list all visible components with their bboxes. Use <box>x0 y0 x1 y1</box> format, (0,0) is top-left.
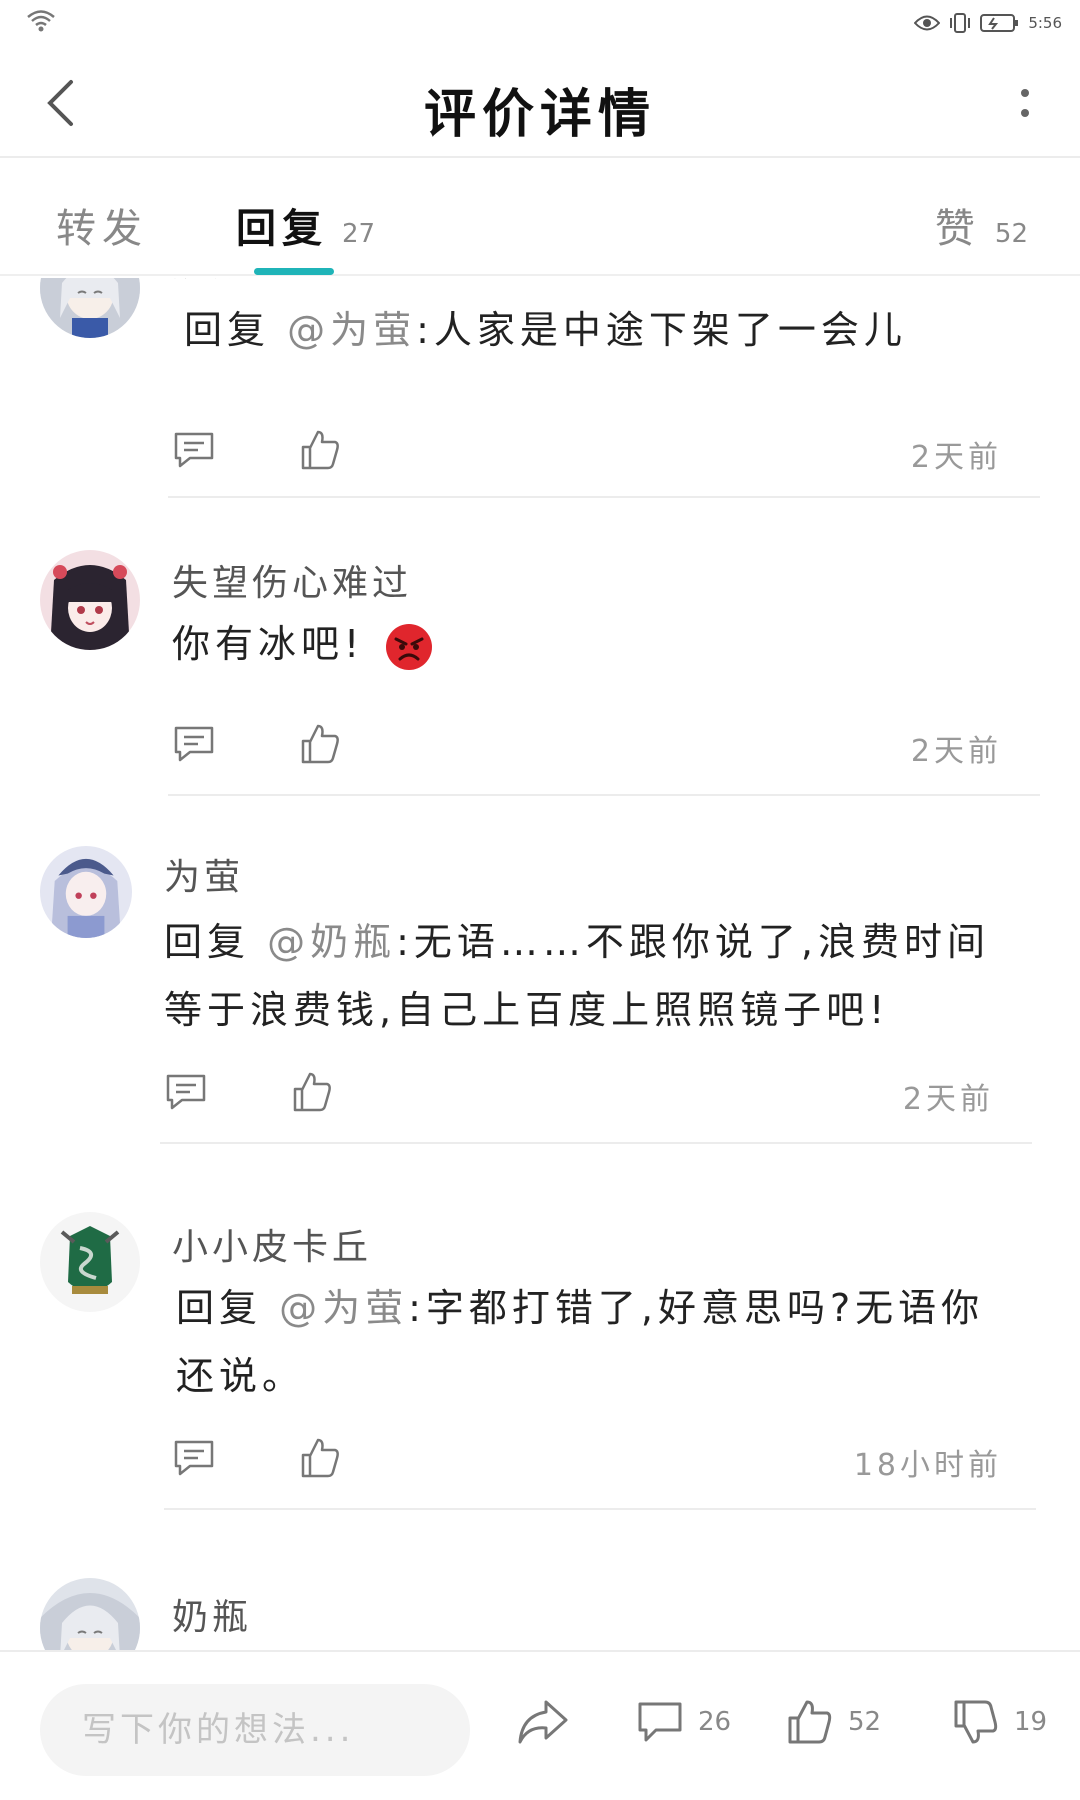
comment-actions: 2天前 <box>164 1070 994 1120</box>
tab-bar: 转发 回复 27 赞 52 <box>0 160 1080 276</box>
tab-forward[interactable]: 转发 <box>56 196 148 254</box>
share-button[interactable] <box>516 1698 570 1746</box>
thumbs-up-icon[interactable] <box>298 1436 342 1480</box>
comments-button[interactable]: 26 <box>636 1698 731 1746</box>
comment-username[interactable]: 奶瓶 <box>172 278 252 286</box>
thumbs-up-icon[interactable] <box>298 428 342 472</box>
comment-body: 你有冰吧! <box>172 622 365 666</box>
comment-time: 2天前 <box>902 1082 994 1117</box>
vibrate-icon <box>950 13 971 33</box>
divider <box>160 1142 1032 1144</box>
reply-prefix: 回复 <box>176 1286 263 1330</box>
thumbs-down-icon <box>954 1700 998 1744</box>
dislike-button[interactable]: 19 <box>952 1698 1047 1746</box>
comments-count: 26 <box>698 1707 732 1737</box>
avatar[interactable] <box>40 278 140 338</box>
avatar[interactable] <box>40 550 140 650</box>
avatar[interactable] <box>40 1578 140 1650</box>
reply-prefix: 回复 <box>184 308 271 352</box>
battery-icon <box>980 14 1019 32</box>
tab-reply-count: 27 <box>342 219 376 249</box>
reply-prefix: 回复 <box>164 920 251 964</box>
comment-username[interactable]: 失望伤心难过 <box>172 554 412 606</box>
comment-actions: 2天前 <box>172 722 1002 772</box>
tab-reply-label: 回复 <box>236 206 328 252</box>
thumbs-up-icon[interactable] <box>298 722 342 766</box>
share-icon <box>518 1700 568 1744</box>
like-button[interactable]: 52 <box>786 1698 881 1746</box>
more-button[interactable] <box>1010 78 1040 128</box>
status-bar: 5:56 <box>0 0 1080 48</box>
comment-actions: 18小时前 <box>172 1436 1002 1486</box>
comment-text: 回复 @为萤:人家是中途下架了一会儿 <box>184 296 1024 364</box>
thumbs-up-icon <box>788 1700 832 1744</box>
dislikes-count: 19 <box>1014 1707 1048 1737</box>
comment-text: 回复 @为萤:字都打错了,好意思吗?无语你还说。 <box>176 1274 1012 1410</box>
avatar[interactable] <box>40 846 132 938</box>
more-vertical-icon <box>1021 89 1029 117</box>
avatar[interactable] <box>40 1212 140 1312</box>
angry-face-emoji-icon <box>386 623 433 670</box>
divider <box>168 794 1040 796</box>
likes-count: 52 <box>848 1707 882 1737</box>
comment-text: 你有冰吧! <box>172 610 1012 678</box>
comment-icon <box>638 1702 682 1742</box>
tab-like-label: 赞 <box>934 206 981 252</box>
comment-icon[interactable] <box>164 1070 208 1114</box>
page-title: 评价详情 <box>423 85 656 145</box>
divider <box>168 496 1040 498</box>
comment-input[interactable] <box>40 1684 470 1776</box>
comment-text: 回复 @奶瓶:无语……不跟你说了,浪费时间等于浪费钱,自己上百度上照照镜子吧! <box>164 908 1014 1044</box>
comment-icon[interactable] <box>172 722 216 766</box>
tab-like[interactable]: 赞 52 <box>935 196 1028 254</box>
comment-icon[interactable] <box>172 428 216 472</box>
comment-username[interactable]: 小小皮卡丘 <box>172 1218 372 1270</box>
tab-reply[interactable]: 回复 27 <box>236 196 375 254</box>
comment-time: 18小时前 <box>853 1448 1002 1483</box>
eye-icon <box>914 15 941 31</box>
tab-forward-label: 转发 <box>56 206 148 252</box>
comment-username[interactable]: 为萤 <box>164 848 244 900</box>
mention[interactable]: @为萤 <box>279 1286 408 1330</box>
status-time: 5:56 <box>1028 14 1062 32</box>
thumbs-up-icon[interactable] <box>290 1070 334 1114</box>
comment-body: :人家是中途下架了一会儿 <box>416 308 907 352</box>
comment-time: 2天前 <box>910 734 1002 769</box>
mention[interactable]: @奶瓶 <box>267 920 396 964</box>
tab-like-count: 52 <box>994 219 1028 249</box>
comment-time: 2天前 <box>910 440 1002 475</box>
bottom-bar: 26 52 19 <box>0 1650 1080 1800</box>
comment-username[interactable]: 奶瓶 <box>172 1588 252 1640</box>
header: 评价详情 <box>0 48 1080 158</box>
comment-list[interactable]: 奶瓶 回复 @为萤:人家是中途下架了一会儿 2天前 <box>0 278 1080 1650</box>
mention[interactable]: @为萤 <box>287 308 416 352</box>
divider <box>164 1508 1036 1510</box>
comment-actions: 2天前 <box>172 428 1002 478</box>
comment-icon[interactable] <box>172 1436 216 1480</box>
tab-active-indicator <box>254 268 334 275</box>
wifi-icon <box>27 10 55 32</box>
